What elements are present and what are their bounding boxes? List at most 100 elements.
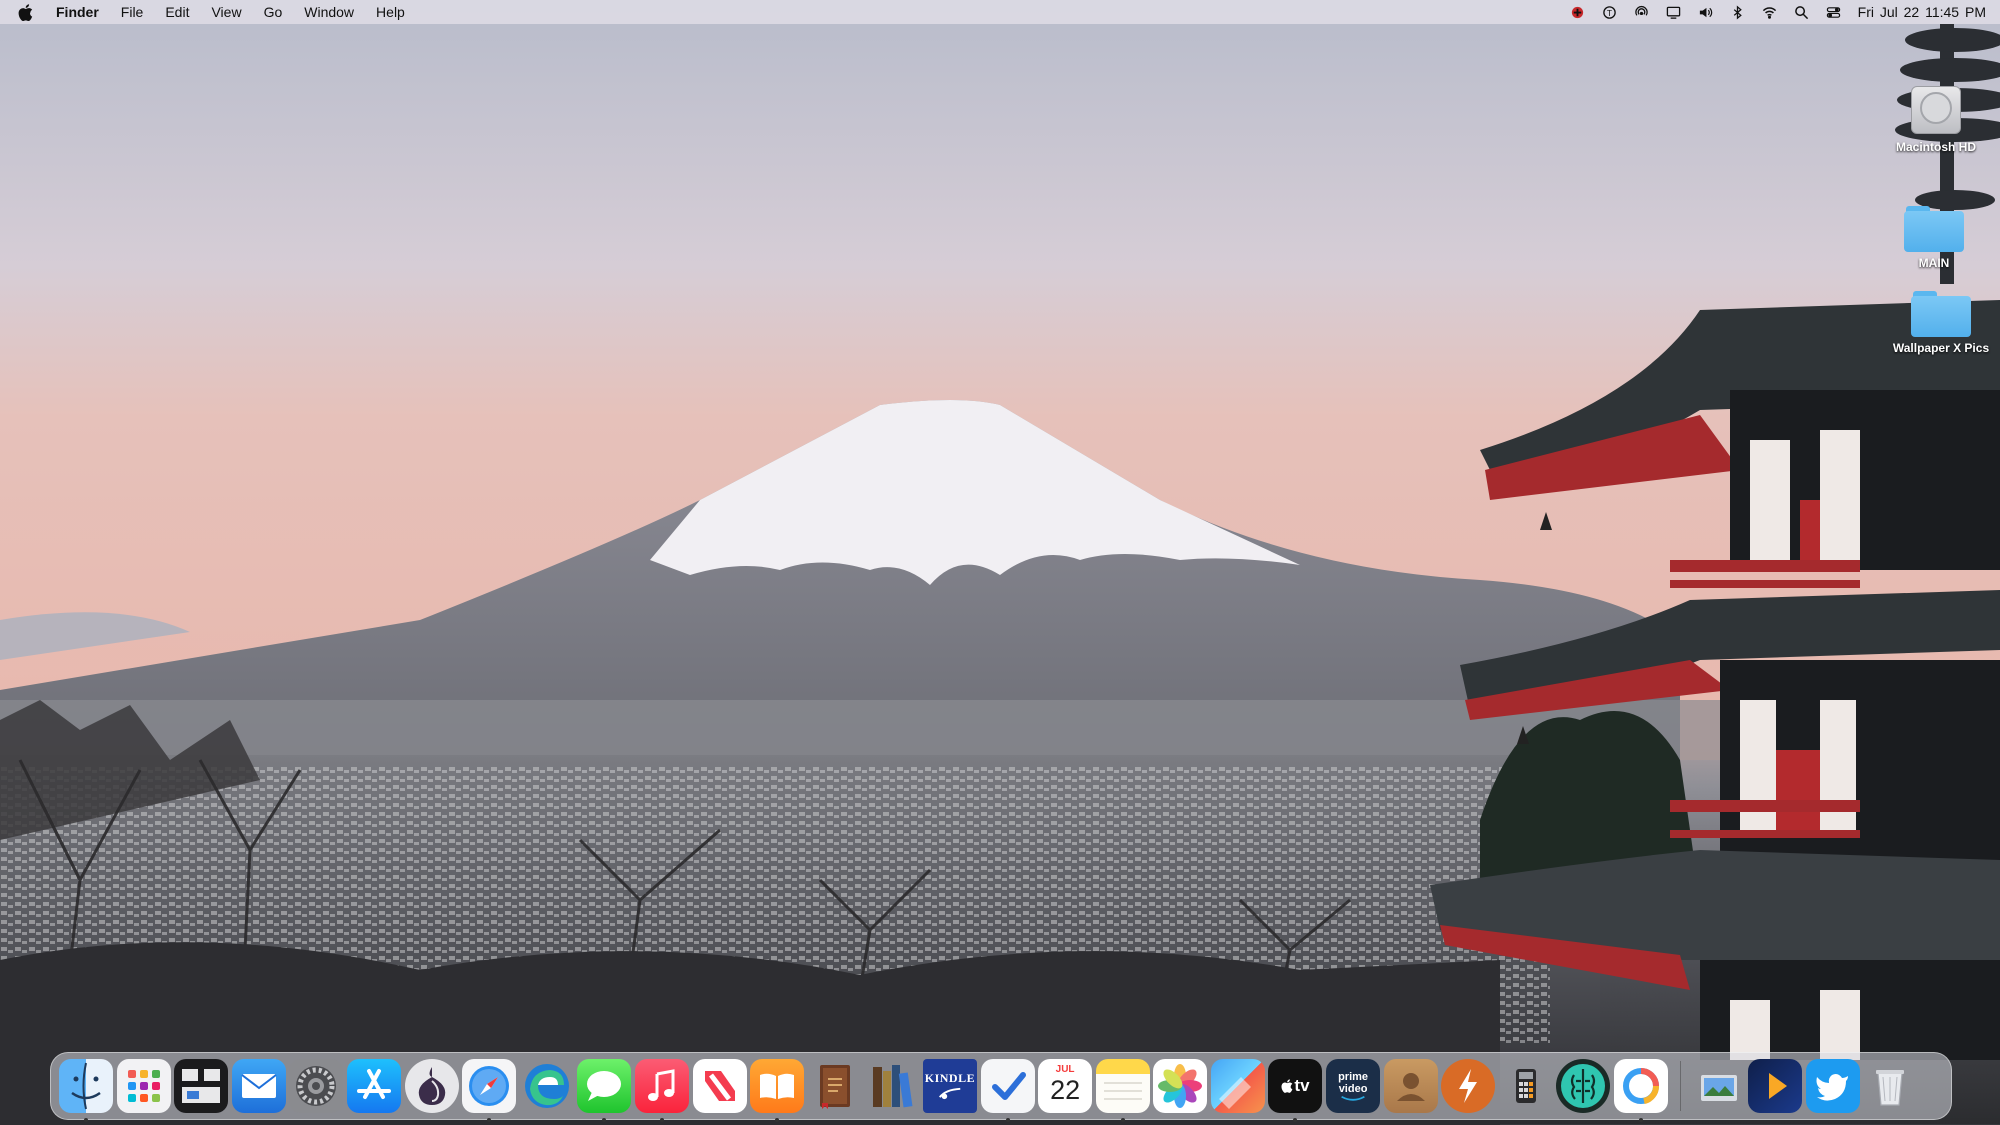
dock-finder[interactable] bbox=[59, 1059, 113, 1122]
calendar-day: 22 bbox=[1050, 1075, 1081, 1105]
lightning-icon bbox=[1459, 1069, 1478, 1103]
dock-calendar[interactable]: JUL 22 bbox=[1038, 1059, 1093, 1113]
calculator-icon bbox=[1515, 1069, 1536, 1103]
search-icon[interactable] bbox=[1786, 0, 1818, 24]
menu-bar-right: T Fri Jul 22 11:45 PM bbox=[1562, 0, 2000, 24]
calendar-month: JUL bbox=[1055, 1064, 1075, 1075]
photos-flower-icon bbox=[1158, 1064, 1203, 1108]
desktop-icon-label: Macintosh HD bbox=[1895, 140, 1976, 154]
dock-pixelmator[interactable] bbox=[1210, 1059, 1265, 1113]
menu-bar: Finder File Edit View Go Window Help T F… bbox=[0, 0, 2000, 24]
news-icon bbox=[704, 1071, 735, 1101]
running-indicator bbox=[84, 1118, 88, 1122]
menu-go[interactable]: Go bbox=[253, 0, 294, 24]
dock-calculator[interactable] bbox=[1499, 1059, 1553, 1113]
ring-chart-icon bbox=[1623, 1068, 1660, 1104]
kindle-reader-mark bbox=[938, 1087, 961, 1100]
running-indicator bbox=[1005, 1118, 1010, 1122]
dock-brain-app[interactable] bbox=[1556, 1059, 1611, 1113]
bluetooth-icon[interactable] bbox=[1722, 0, 1754, 24]
dock-twitter[interactable] bbox=[1805, 1059, 1860, 1113]
menu-view[interactable]: View bbox=[200, 0, 252, 24]
kindle-icon: KINDLE bbox=[924, 1071, 976, 1085]
dock-infuse[interactable] bbox=[1748, 1059, 1803, 1113]
dock-mission-control[interactable] bbox=[174, 1059, 229, 1113]
dock-app-store[interactable] bbox=[346, 1059, 401, 1113]
spotlight-helper-icon[interactable]: T bbox=[1594, 0, 1626, 24]
running-indicator bbox=[659, 1118, 664, 1122]
menu-bar-left: Finder File Edit View Go Window Help bbox=[0, 0, 416, 24]
app-menu-finder[interactable]: Finder bbox=[52, 0, 110, 24]
dock-audiobooks[interactable] bbox=[808, 1059, 862, 1113]
notes-icon bbox=[1103, 1082, 1142, 1100]
apple-tv-label: tv bbox=[1294, 1076, 1310, 1095]
dock-istat[interactable] bbox=[1614, 1059, 1669, 1122]
antivirus-icon[interactable] bbox=[1562, 0, 1594, 24]
tv-icon bbox=[1281, 1079, 1293, 1093]
trash-icon bbox=[1876, 1070, 1905, 1106]
dock-notes[interactable] bbox=[1095, 1059, 1150, 1122]
desktop-icon-main[interactable]: MAIN bbox=[1874, 206, 1994, 270]
finder-icon bbox=[71, 1062, 101, 1110]
dock-apple-tv[interactable]: tv bbox=[1268, 1059, 1323, 1122]
desktop-icon-label: MAIN bbox=[1918, 256, 1950, 270]
dock-safari[interactable] bbox=[462, 1059, 517, 1122]
dock-mail[interactable] bbox=[231, 1059, 286, 1113]
dock-prime-video[interactable]: prime video bbox=[1326, 1059, 1381, 1113]
prime-video-icon: prime video bbox=[1338, 1070, 1369, 1095]
dock-messages[interactable] bbox=[577, 1059, 632, 1122]
music-note-icon bbox=[647, 1069, 675, 1101]
compass-icon bbox=[469, 1066, 510, 1106]
dock-contacts[interactable] bbox=[1383, 1059, 1438, 1113]
dock-system-preferences[interactable] bbox=[289, 1059, 344, 1113]
dock: KINDLE JUL 22 tv prime video bbox=[50, 1052, 1952, 1122]
hard-drive-icon bbox=[1907, 84, 1965, 136]
svg-text:T: T bbox=[1607, 7, 1612, 17]
menu-edit[interactable]: Edit bbox=[154, 0, 200, 24]
leather-book-icon bbox=[819, 1065, 850, 1109]
bookshelf-icon bbox=[873, 1065, 913, 1108]
control-center-icon[interactable] bbox=[1818, 0, 1850, 24]
dock-trash[interactable] bbox=[1863, 1059, 1917, 1113]
menu-bar-clock[interactable]: Fri Jul 22 11:45 PM bbox=[1858, 4, 1986, 20]
paint-icon bbox=[1218, 1077, 1251, 1109]
dock-launchpad[interactable] bbox=[116, 1059, 171, 1113]
dock-separator bbox=[1679, 1061, 1681, 1111]
desktop-icon-wallpaper-x-pics[interactable]: Wallpaper X Pics bbox=[1881, 291, 2000, 355]
wallpaper bbox=[0, 0, 2000, 1125]
dock-news[interactable] bbox=[692, 1059, 747, 1113]
preview-icon bbox=[1700, 1075, 1737, 1101]
contacts-icon bbox=[1396, 1073, 1425, 1101]
dock-preview[interactable] bbox=[1691, 1059, 1745, 1113]
menu-help[interactable]: Help bbox=[365, 0, 416, 24]
checkmark-icon bbox=[991, 1072, 1026, 1100]
desktop-icon-macintosh-hd[interactable]: Macintosh HD bbox=[1876, 84, 1996, 154]
dock-edge[interactable] bbox=[520, 1059, 574, 1113]
dock-calibre[interactable] bbox=[865, 1059, 919, 1113]
menu-file[interactable]: File bbox=[110, 0, 155, 24]
gear-icon bbox=[296, 1066, 337, 1106]
prime-smile-mark bbox=[1341, 1095, 1365, 1101]
dock-tor-browser[interactable] bbox=[404, 1059, 459, 1113]
airdrop-icon[interactable] bbox=[1626, 0, 1658, 24]
dock-music[interactable] bbox=[634, 1059, 689, 1122]
dock-things[interactable] bbox=[980, 1059, 1035, 1122]
dock-photos[interactable] bbox=[1153, 1059, 1208, 1113]
speech-bubble-icon bbox=[587, 1071, 622, 1101]
dock-kindle[interactable]: KINDLE bbox=[922, 1059, 977, 1113]
play-icon bbox=[1769, 1073, 1788, 1099]
dock-books[interactable] bbox=[750, 1059, 805, 1122]
bird-icon bbox=[1816, 1074, 1848, 1101]
app-store-icon bbox=[356, 1069, 391, 1099]
mission-control-icon bbox=[182, 1069, 221, 1103]
dock-reeder[interactable] bbox=[1441, 1059, 1496, 1113]
onion-icon bbox=[418, 1067, 445, 1105]
volume-icon[interactable] bbox=[1690, 0, 1722, 24]
folder-icon bbox=[1911, 291, 1971, 337]
launchpad-icon bbox=[127, 1070, 160, 1102]
brain-icon bbox=[1561, 1064, 1606, 1108]
menu-window[interactable]: Window bbox=[293, 0, 365, 24]
apple-icon[interactable] bbox=[18, 3, 34, 21]
display-icon[interactable] bbox=[1658, 0, 1690, 24]
wifi-icon[interactable] bbox=[1754, 0, 1786, 24]
